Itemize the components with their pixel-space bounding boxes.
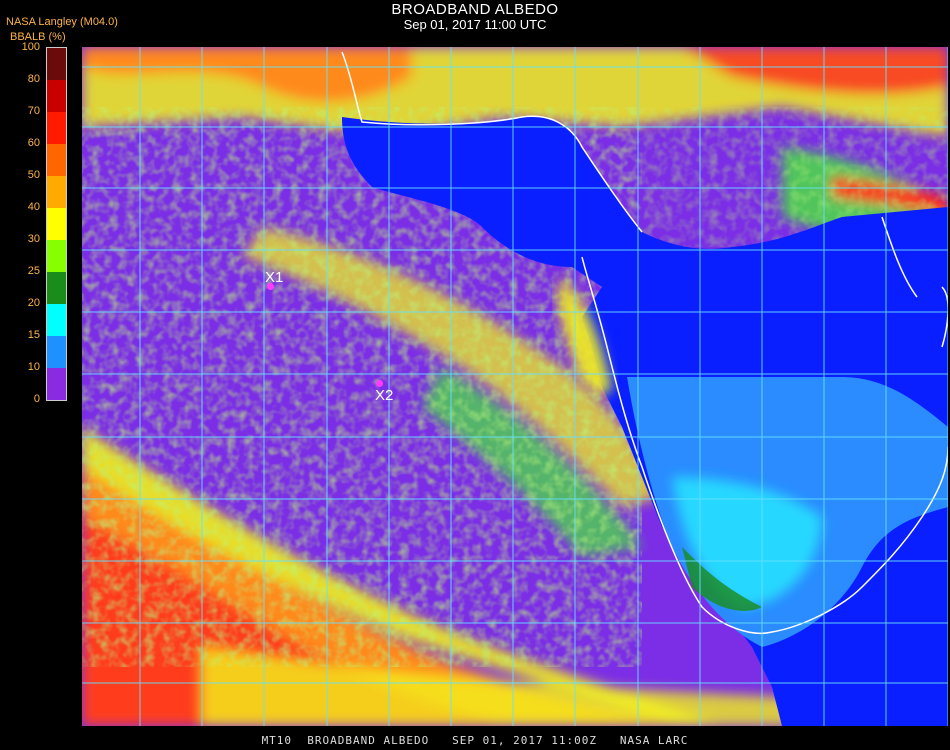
colorbar-tick: 25 xyxy=(27,265,40,277)
colorbar-segment-1 xyxy=(47,48,66,80)
marker-x2-dot xyxy=(376,380,383,387)
albedo-map xyxy=(82,47,948,726)
colorbar-tick: 40 xyxy=(27,201,40,213)
colorbar xyxy=(46,47,67,401)
colorbar-segment-10 xyxy=(47,336,66,368)
colorbar-segment-2 xyxy=(47,80,66,112)
colorbar-segment-9 xyxy=(47,304,66,336)
marker-x2-label: X2 xyxy=(375,387,394,404)
colorbar-tick: 70 xyxy=(27,105,40,117)
colorbar-tick: 30 xyxy=(27,233,40,245)
marker-x1-label: X1 xyxy=(265,269,284,286)
colorbar-tick: 15 xyxy=(27,329,40,341)
colorbar-tick: 60 xyxy=(27,137,40,149)
colorbar-tick: 80 xyxy=(27,73,40,85)
provider-label: NASA Langley (M04.0) xyxy=(6,16,118,28)
colorbar-tick: 50 xyxy=(27,169,40,181)
map-datetime: Sep 01, 2017 11:00 UTC xyxy=(403,17,547,32)
colorbar-segment-4 xyxy=(47,144,66,176)
colorbar-segment-6 xyxy=(47,208,66,240)
colorbar-tick: 20 xyxy=(27,297,40,309)
map-title: BROADBAND ALBEDO xyxy=(391,1,559,18)
colorbar-segment-12 xyxy=(47,368,66,400)
colorbar-tick: 0 xyxy=(33,393,40,405)
colorbar-segment-5 xyxy=(47,176,66,208)
colorbar-segment-8 xyxy=(47,272,66,304)
colorbar-tick: 100 xyxy=(21,41,40,53)
colorbar-segment-7 xyxy=(47,240,66,272)
colorbar-tick: 10 xyxy=(27,361,40,373)
colorbar-segment-3 xyxy=(47,112,66,144)
footer-caption: MT10 BROADBAND ALBEDO SEP 01, 2017 11:00… xyxy=(261,734,689,747)
